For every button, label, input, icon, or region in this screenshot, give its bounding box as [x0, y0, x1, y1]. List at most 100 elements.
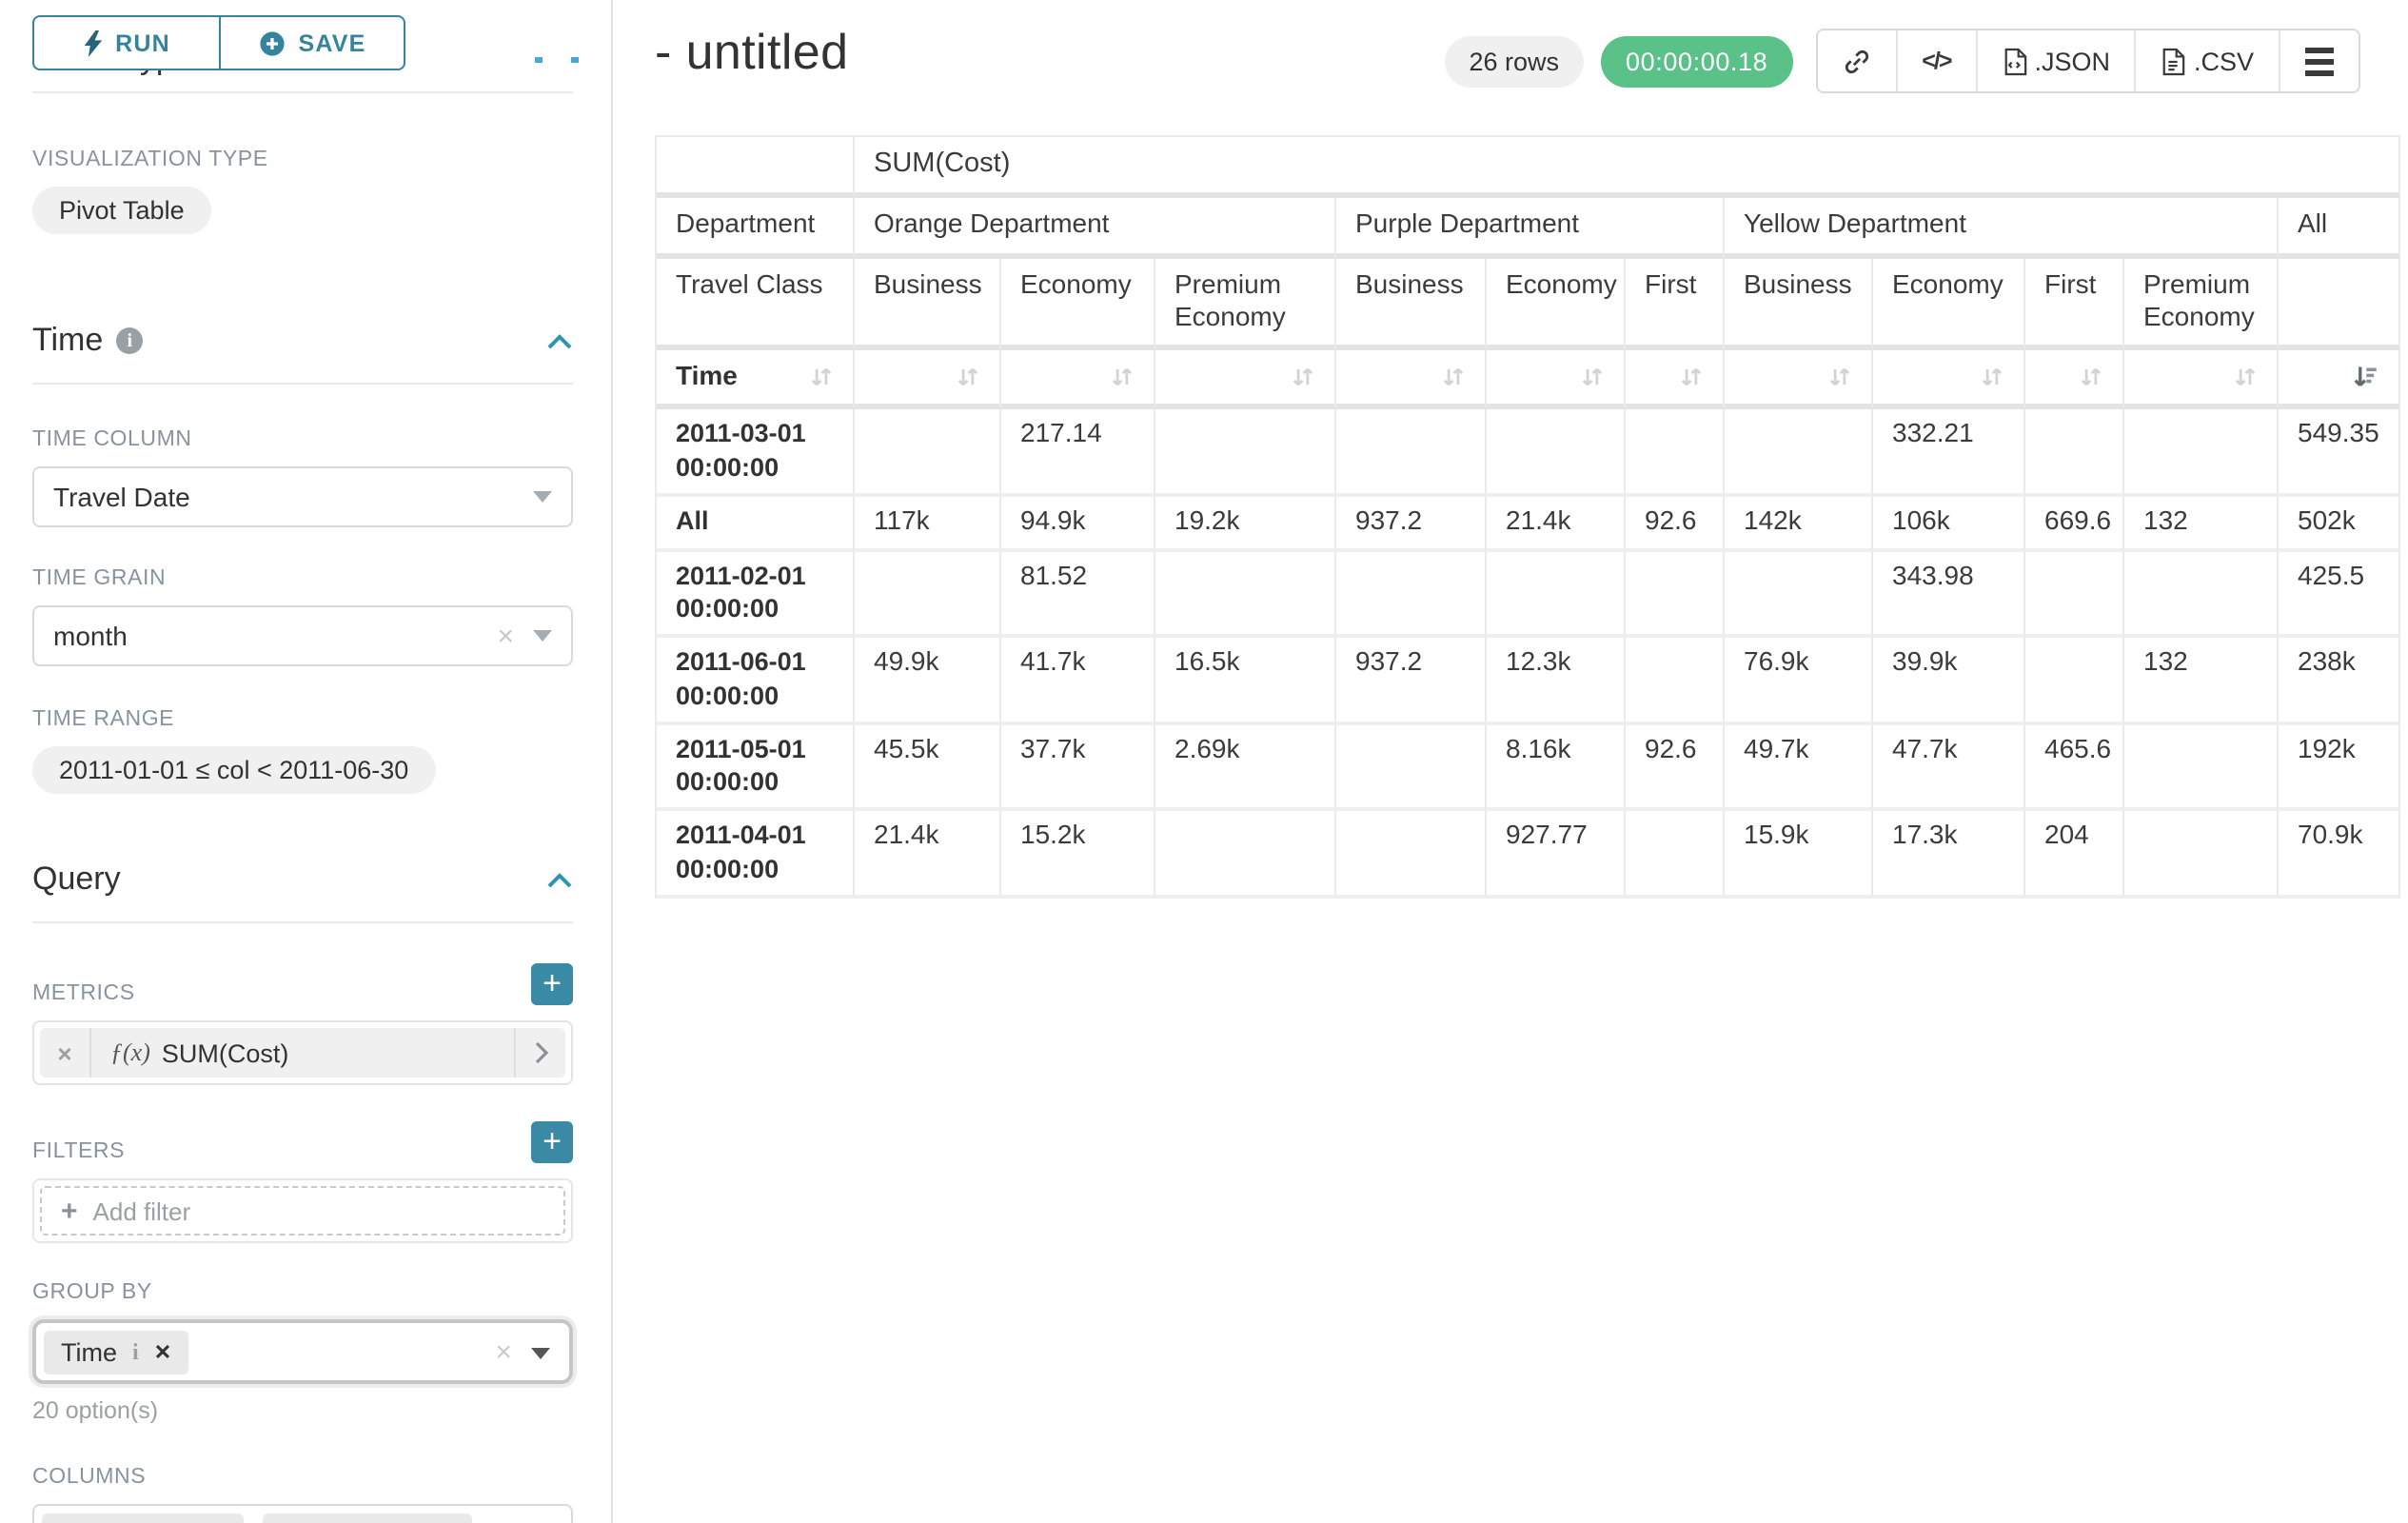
add-metric-button[interactable]: + [531, 963, 573, 1005]
value-cell [1487, 410, 1626, 497]
chevron-up-icon[interactable] [546, 871, 573, 888]
columns-select[interactable]: Department ✕ Travel Class ✕ × [32, 1504, 573, 1523]
sort-header-cell[interactable] [1626, 351, 1725, 410]
group-by-pill[interactable]: Time i ✕ [44, 1331, 188, 1375]
query-section-header[interactable]: Query [32, 860, 573, 899]
value-cell: 21.4k [855, 812, 1001, 899]
value-cell [855, 410, 1001, 497]
result-toolbar: 26 rows 00:00:00.18 </> [1444, 29, 2360, 93]
share-link-button[interactable] [1817, 30, 1895, 91]
clear-icon[interactable]: × [495, 1338, 512, 1367]
value-cell: 937.2 [1336, 639, 1487, 725]
class-header-cell: Business [1336, 258, 1487, 351]
sort-toggle-icon [1980, 365, 2004, 391]
metric-item[interactable]: × ƒ(x) SUM(Cost) [40, 1028, 565, 1078]
value-cell [1725, 410, 1873, 497]
info-icon: i [132, 1338, 139, 1367]
sort-toggle-icon [809, 365, 834, 391]
table-row: 2011-03-01 00:00:00217.14332.21549.35 [657, 410, 2400, 497]
value-cell: 92.6 [1626, 497, 1725, 552]
columns-pill[interactable]: Department ✕ [42, 1513, 244, 1523]
value-cell: 41.7k [1001, 639, 1155, 725]
sort-header-cell[interactable] [1155, 351, 1336, 410]
value-cell: 76.9k [1725, 639, 1873, 725]
value-cell: 92.6 [1626, 725, 1725, 812]
corner-cell [657, 137, 855, 197]
table-row: 2011-06-01 00:00:0049.9k41.7k16.5k937.21… [657, 639, 2400, 725]
filters-control: + Add filter [32, 1178, 573, 1243]
sort-header-cell[interactable] [1487, 351, 1626, 410]
value-cell [1155, 410, 1336, 497]
sort-header-cell[interactable] [2124, 351, 2279, 410]
value-cell: 2.69k [1155, 725, 1336, 812]
value-cell: 669.6 [2025, 497, 2124, 552]
remove-metric-icon[interactable]: × [40, 1028, 91, 1078]
time-grain-select[interactable]: month × [32, 605, 573, 666]
sort-header-cell[interactable] [855, 351, 1001, 410]
value-cell: 70.9k [2279, 812, 2400, 899]
row-header-cell: 2011-06-01 00:00:00 [657, 639, 855, 725]
time-grain-label: TIME GRAIN [32, 567, 573, 590]
export-json-button[interactable]: .JSON [1975, 30, 2135, 91]
time-section-title: Time [32, 322, 103, 360]
json-file-icon [2002, 47, 2026, 75]
metric-label: SUM(Cost) [162, 1038, 289, 1067]
value-cell: 16.5k [1155, 639, 1336, 725]
time-section-header[interactable]: Time i [32, 322, 573, 360]
sort-toggle-icon [2233, 365, 2258, 391]
sort-header-cell[interactable] [1001, 351, 1155, 410]
add-filter-plus-button[interactable]: + [531, 1121, 573, 1163]
sort-toggle-icon [1291, 365, 1315, 391]
viz-type-label: VISUALIZATION TYPE [32, 148, 573, 171]
value-cell [1626, 812, 1725, 899]
sort-header-row: Time [657, 351, 2400, 410]
group-by-select[interactable]: Time i ✕ × [32, 1319, 573, 1384]
embed-code-button[interactable]: </> [1895, 30, 1975, 91]
value-cell [1487, 552, 1626, 639]
menu-icon [2305, 47, 2334, 75]
department-header-cell: Purple Department [1336, 197, 1725, 258]
value-cell [2025, 639, 2124, 725]
remove-pill-icon[interactable]: ✕ [154, 1340, 171, 1365]
time-column-select[interactable]: Travel Date [32, 466, 573, 527]
chevron-down-icon[interactable] [531, 1347, 550, 1358]
sort-toggle-icon [1441, 365, 1466, 391]
sort-header-cell[interactable]: Time [657, 351, 855, 410]
value-cell: 238k [2279, 639, 2400, 725]
page-title[interactable]: - untitled [655, 23, 848, 82]
time-range-pill[interactable]: 2011-01-01 ≤ col < 2011-06-30 [32, 746, 435, 794]
value-cell: 21.4k [1487, 497, 1626, 552]
value-cell: 117k [855, 497, 1001, 552]
save-button[interactable]: SAVE [219, 15, 405, 70]
sort-header-cell[interactable] [1336, 351, 1487, 410]
table-row: All117k94.9k19.2k937.221.4k92.6142k106k6… [657, 497, 2400, 552]
metric-header-row: SUM(Cost) [657, 137, 2400, 197]
clear-icon[interactable]: × [497, 622, 514, 650]
value-cell: 81.52 [1001, 552, 1155, 639]
sort-toggle-icon [1110, 365, 1135, 391]
sort-header-cell[interactable] [1873, 351, 2025, 410]
table-row: 2011-04-01 00:00:0021.4k15.2k927.7715.9k… [657, 812, 2400, 899]
value-cell [2124, 812, 2279, 899]
row-dimension-header-cell: Department [657, 197, 855, 258]
value-cell: 217.14 [1001, 410, 1155, 497]
sort-header-cell[interactable] [2279, 351, 2400, 410]
time-row-label: Time [676, 361, 738, 395]
export-csv-button[interactable]: .CSV [2135, 30, 2279, 91]
chart-menu-button[interactable] [2279, 30, 2359, 91]
value-cell: 465.6 [2025, 725, 2124, 812]
columns-pill[interactable]: Travel Class ✕ [263, 1513, 471, 1523]
run-button[interactable]: RUN [32, 15, 219, 70]
add-filter-button[interactable]: + Add filter [40, 1186, 565, 1236]
sort-toggle-icon [956, 365, 980, 391]
chevron-right-icon[interactable] [514, 1028, 565, 1078]
value-cell: 343.98 [1873, 552, 2025, 639]
sort-header-cell[interactable] [1725, 351, 1873, 410]
sort-header-cell[interactable] [2025, 351, 2124, 410]
value-cell: 192k [2279, 725, 2400, 812]
value-cell: 49.7k [1725, 725, 1873, 812]
chevron-up-icon[interactable] [546, 332, 573, 349]
viz-type-pill[interactable]: Pivot Table [32, 187, 211, 234]
sort-toggle-icon [1679, 365, 1704, 391]
sort-toggle-icon [1827, 365, 1852, 391]
